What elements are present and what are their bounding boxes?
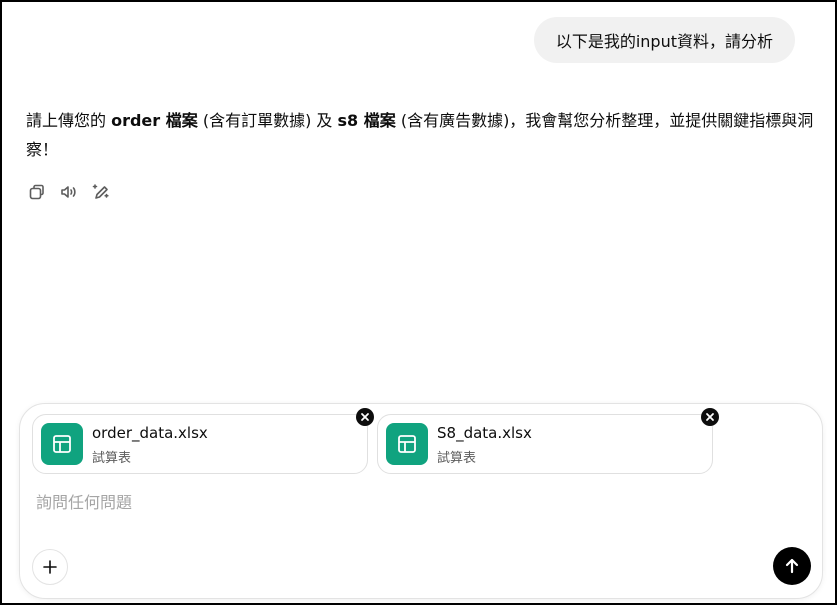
assistant-text-segment: 請上傳您的	[26, 111, 112, 130]
assistant-text-segment: (含有訂單數據) 及	[197, 111, 338, 130]
message-actions	[25, 180, 113, 204]
prompt-input[interactable]	[36, 490, 796, 514]
attachment-file-type: 試算表	[92, 451, 132, 466]
assistant-text-bold: s8 檔案	[337, 111, 396, 130]
spreadsheet-icon-tile	[386, 423, 428, 465]
edit-in-canvas-button[interactable]	[89, 180, 113, 204]
close-icon	[361, 413, 369, 421]
plus-icon	[43, 560, 57, 574]
user-message-bubble: 以下是我的input資料，請分析	[533, 17, 795, 63]
chat-window: 以下是我的input資料，請分析 請上傳您的 order 檔案 (含有訂單數據)…	[0, 0, 837, 605]
attachment-card[interactable]: order_data.xlsx 試算表	[32, 408, 374, 474]
attachment-file-type: 試算表	[437, 451, 477, 466]
pencil-sparkle-icon	[92, 184, 109, 199]
close-icon	[706, 413, 714, 421]
spreadsheet-icon	[53, 435, 71, 453]
spreadsheet-icon-tile	[41, 423, 83, 465]
user-message-text: 以下是我的input資料，請分析	[555, 32, 773, 51]
assistant-text-bold: order 檔案	[111, 111, 198, 130]
remove-attachment-button[interactable]	[701, 408, 719, 426]
speaker-icon	[61, 186, 76, 198]
send-button[interactable]	[773, 547, 811, 585]
spreadsheet-icon	[398, 435, 416, 453]
attachment-card[interactable]: S8_data.xlsx 試算表	[377, 408, 719, 474]
copy-button[interactable]	[25, 180, 49, 204]
copy-icon	[29, 184, 44, 200]
remove-attachment-button[interactable]	[356, 408, 374, 426]
attachment-file-name: S8_data.xlsx	[437, 424, 532, 442]
arrow-up-icon	[785, 558, 799, 574]
add-attachment-button[interactable]	[32, 549, 68, 585]
attachment-file-name: order_data.xlsx	[92, 424, 208, 442]
composer: order_data.xlsx 試算表 S8_data.xlsx 試算表	[19, 403, 823, 599]
assistant-message: 請上傳您的 order 檔案 (含有訂單數據) 及 s8 檔案 (含有廣告數據)…	[26, 106, 816, 164]
read-aloud-button[interactable]	[57, 180, 81, 204]
